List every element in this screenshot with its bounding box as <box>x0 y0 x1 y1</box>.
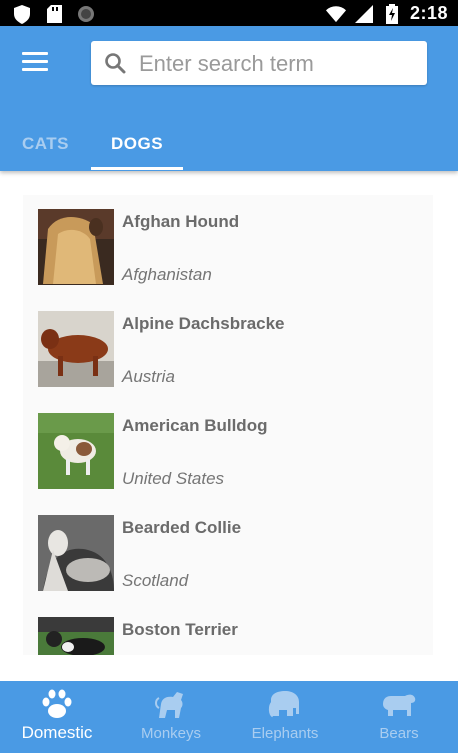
list-item[interactable]: American Bulldog United States <box>23 399 433 501</box>
list-item[interactable]: Bearded Collie Scotland <box>23 501 433 603</box>
monkey-icon <box>155 692 183 718</box>
search-input[interactable] <box>137 47 421 81</box>
list-item[interactable]: Afghan Hound Afghanistan <box>23 195 433 297</box>
status-bar: 2:18 <box>0 0 458 26</box>
nav-label: Bears <box>379 725 419 742</box>
tab-cats[interactable]: CATS <box>0 116 91 171</box>
nav-label: Elephants <box>251 725 319 742</box>
paw-icon <box>42 689 72 718</box>
sd-card-icon <box>44 4 64 24</box>
breed-name: Afghan Hound <box>122 212 240 231</box>
list-item[interactable]: Alpine Dachsbracke Austria <box>23 297 433 399</box>
breed-photo <box>38 413 114 489</box>
breed-name: Bearded Collie <box>122 518 242 537</box>
breed-list[interactable]: Afghan Hound Afghanistan Alpine Dachsbra… <box>23 195 433 655</box>
breed-origin: United States <box>122 469 225 488</box>
breed-photo <box>38 515 114 591</box>
menu-icon[interactable] <box>22 52 48 74</box>
bottom-navigation: Domestic Monkeys Elephants Bears <box>0 681 458 753</box>
breed-origin: Scotland <box>122 571 189 590</box>
nav-bears[interactable]: Bears <box>342 681 456 753</box>
breed-photo <box>38 617 114 655</box>
search-box[interactable] <box>91 41 427 85</box>
wifi-icon <box>325 4 346 24</box>
breed-origin: Afghanistan <box>122 265 212 284</box>
nav-label: Monkeys <box>140 725 202 742</box>
breed-origin: Austria <box>122 367 175 386</box>
circle-icon <box>76 4 96 24</box>
breed-photo <box>38 209 114 285</box>
battery-charging-icon <box>382 3 402 24</box>
bear-icon <box>383 694 416 716</box>
nav-elephants[interactable]: Elephants <box>228 681 342 753</box>
tab-dogs[interactable]: DOGS <box>91 116 183 171</box>
search-icon <box>105 53 126 74</box>
breed-name: American Bulldog <box>122 416 268 435</box>
nav-domestic[interactable]: Domestic <box>0 681 114 753</box>
app-bar: CATS DOGS <box>0 26 458 171</box>
tab-bar: CATS DOGS <box>0 116 458 171</box>
breed-name: Alpine Dachsbracke <box>122 314 285 333</box>
nav-monkeys[interactable]: Monkeys <box>114 681 228 753</box>
nav-label: Domestic <box>21 723 93 742</box>
breed-name: Boston Terrier <box>122 620 238 639</box>
tab-indicator <box>91 167 183 170</box>
elephant-icon <box>268 691 299 718</box>
signal-icon <box>354 4 374 24</box>
shield-icon <box>12 4 32 24</box>
breed-photo <box>38 311 114 387</box>
clock: 2:18 <box>409 3 448 23</box>
list-item[interactable]: Boston Terrier <box>23 603 433 655</box>
